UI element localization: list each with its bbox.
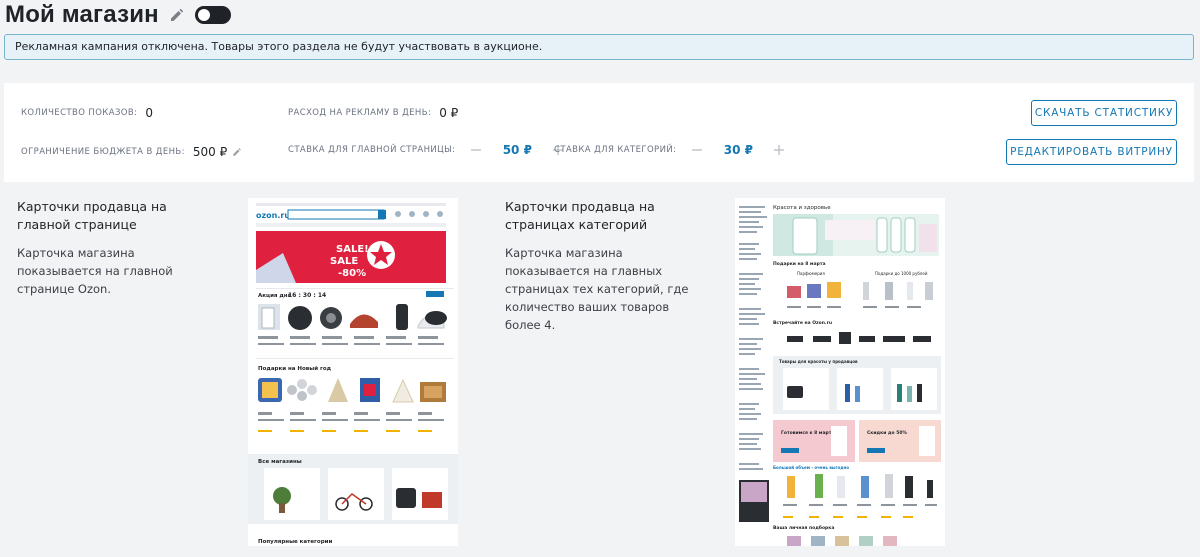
promo-left: Готовимся к 8 марта [781, 430, 834, 436]
ad-spend-label: Расход на рекламу в день: [288, 108, 432, 118]
budget-stat: Ограничение бюджета в день: 500 ₽ [21, 145, 242, 159]
categories-section-title: Популярные категории [258, 539, 332, 545]
banner-text-1: SALE! [336, 244, 369, 255]
minus-icon[interactable] [469, 143, 483, 157]
card-heading: Карточки продавца на главной странице [17, 199, 167, 232]
card-description: Карточка магазина показывается на главны… [505, 246, 689, 332]
ad-spend-value: 0 ₽ [439, 106, 459, 120]
impressions-label: Количество показов: [21, 108, 138, 118]
main-page-preview: ozon.ru SALE! SALE -80% Акция дня 16 : 3… [248, 198, 458, 546]
campaign-toggle[interactable] [194, 6, 231, 24]
main-bid-stat: Ставка для главной страницы: 50 ₽ [288, 143, 565, 157]
edit-budget-icon[interactable] [232, 147, 242, 157]
category-bid-stepper: 30 ₽ [690, 143, 786, 157]
main-page-card-info: Карточки продавца на главной странице Ка… [17, 198, 217, 298]
action-label: Акция дня [258, 293, 292, 299]
action-timer: 16 : 30 : 14 [288, 292, 326, 299]
gifts-march-title: Подарки на 8 марта [773, 261, 826, 267]
banner-text-3: -80% [338, 268, 366, 279]
category-page-card-info: Карточки продавца на страницах категорий… [505, 198, 705, 334]
brands-title: Встречайте на Ozon.ru [773, 319, 832, 326]
impressions-value: 0 [145, 106, 154, 120]
edit-showcase-button[interactable]: Редактировать витрину [1006, 139, 1177, 165]
campaign-disabled-alert: Рекламная кампания отключена. Товары это… [4, 34, 1194, 60]
budget-label: Ограничение бюджета в день: [21, 147, 185, 157]
stores-section-title: Все магазины [258, 459, 302, 465]
toggle-knob [197, 9, 210, 21]
category-bid-value: 30 ₽ [723, 143, 753, 157]
download-stats-button[interactable]: Скачать статистику [1031, 100, 1177, 126]
impressions-stat: Количество показов: 0 [21, 106, 153, 120]
big-volume-title: Большой объем - очень выгодно [773, 465, 849, 470]
seller-title: Товары для красоты у продавцов [779, 359, 858, 364]
budget-value: 500 ₽ [192, 145, 228, 159]
main-bid-value: 50 ₽ [502, 143, 532, 157]
main-bid-label: Ставка для главной страницы: [288, 145, 456, 155]
plus-icon[interactable] [772, 143, 786, 157]
banner-text-2: SALE [330, 256, 358, 267]
personal-title: Ваша личная подборка [773, 524, 834, 531]
category-breadcrumb: Красота и здоровье [773, 205, 831, 211]
page-title: Мой магазин [5, 1, 159, 28]
stats-panel: Количество показов: 0 Расход на рекламу … [4, 83, 1194, 182]
gifts-under-title: Подарки до 1000 рублей [875, 271, 928, 276]
promo-right: Скидки до 50% [867, 430, 907, 436]
gifts-section-title: Подарки на Новый год [258, 365, 332, 372]
minus-icon[interactable] [690, 143, 704, 157]
card-heading: Карточки продавца на страницах категорий [505, 199, 655, 232]
perfumery-title: Парфюмерия [797, 271, 825, 276]
main-bid-stepper: 50 ₽ [469, 143, 565, 157]
ozon-logo: ozon.ru [256, 211, 290, 220]
page-header: Мой магазин [5, 0, 231, 30]
main-page-screenshot: ozon.ru SALE! SALE -80% Акция дня 16 : 3… [248, 198, 458, 546]
card-description: Карточка магазина показывается на главно… [17, 246, 173, 296]
category-bid-stat: Ставка для категорий: 30 ₽ [554, 143, 786, 157]
category-page-screenshot: Красота и здоровье Подарки на 8 марта Па… [735, 198, 945, 546]
pencil-icon[interactable] [169, 7, 185, 23]
category-page-preview: Красота и здоровье Подарки на 8 марта Па… [735, 198, 945, 546]
ad-spend-stat: Расход на рекламу в день: 0 ₽ [288, 106, 458, 120]
category-bid-label: Ставка для категорий: [554, 145, 677, 155]
